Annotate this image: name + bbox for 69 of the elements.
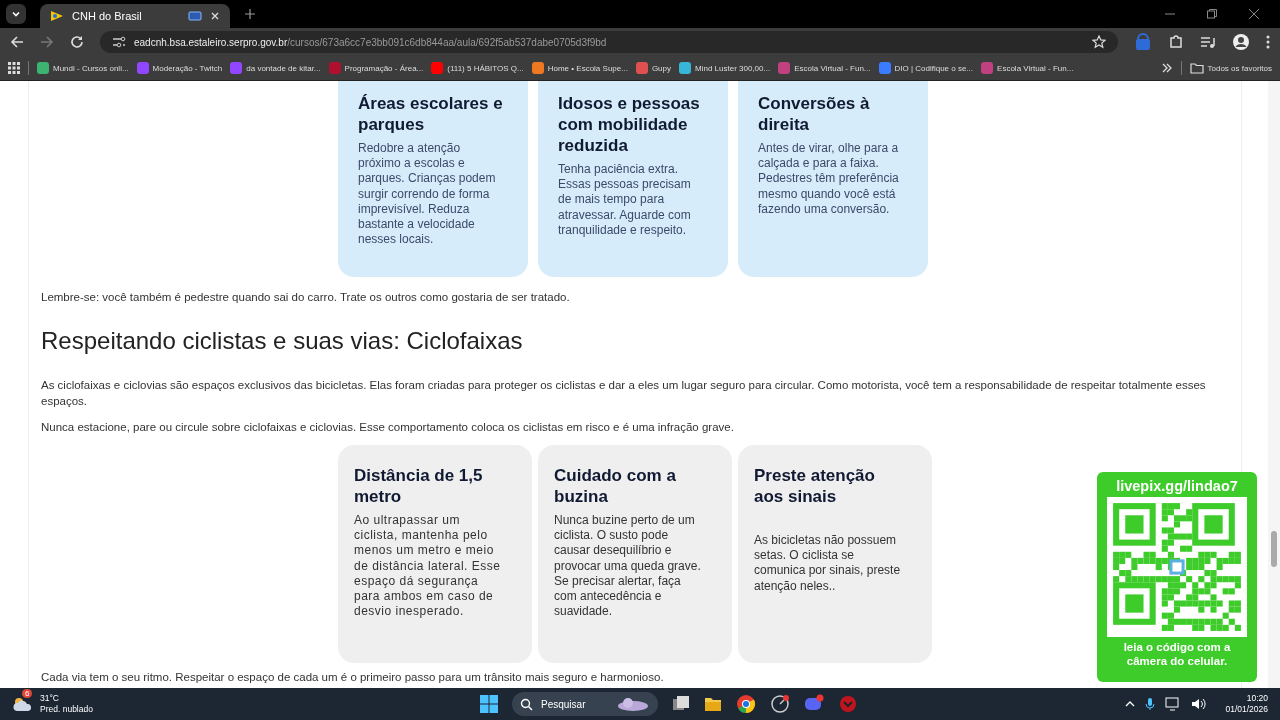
tab-list-button[interactable] [6,4,26,24]
chevron-down-icon [11,9,21,19]
reload-icon[interactable] [70,35,84,49]
card-text: Nunca buzine perto de um ciclista. O susto pode causar desequilíbrio e provocar uma queda grave. Se precisar alertar, faça com antecedência e suavidade. [554,513,702,620]
bookmark[interactable]: Programação - Área... [328,62,424,74]
bookmark[interactable]: Gupy [635,62,671,74]
paragraph: Cada via tem o seu ritmo. Respeitar o espaço de cada um é o primeiro passo para um trânsito mais seguro e harmonioso. [41,670,664,685]
scrollbar[interactable] [1268,81,1280,688]
cloud-icon[interactable] [12,695,34,713]
bookmark[interactable]: DIO | Codifique o se... [878,62,974,74]
bookmark-folder[interactable]: Todos os favoritos [1189,62,1272,74]
back-icon[interactable] [10,35,24,49]
monitor-icon[interactable] [1165,697,1182,711]
bookmark[interactable]: Home • Escola Supe... [531,62,628,74]
cloud-icon [616,696,650,712]
chevron-right-icon[interactable] [1160,62,1173,74]
windows-icon[interactable] [480,695,498,713]
speaker-icon[interactable] [1191,697,1208,711]
card-title: Distância de 1,5 metro [354,465,484,507]
address-bar[interactable]: eadcnh.bsa.estaleiro.serpro.gov.br/cursos/673a6cc7e3bb091c6db844aa/aula/692f5ab537dabe0705d3f9bd [100,31,1118,53]
card-title: Áreas escolares e parques [358,93,504,135]
bookmark[interactable]: Escola Virtual - Fun... [981,62,1074,74]
card-title: Idosos e pessoas com mobilidade reduzida [558,93,701,156]
paragraph: Lembre-se: você também é pedestre quando sai do carro. Trate os outros como gostaria de ser tratado. [41,290,571,305]
browser-tab[interactable]: CNH do Brasil [40,4,230,28]
notification-badge: 6 [22,689,33,698]
chrome-icon[interactable] [736,694,756,714]
bookmark[interactable]: Escola Virtual - Fun... [778,62,871,74]
bookmark[interactable]: Mundi - Cursos onli... [37,62,129,74]
flag-icon [50,9,64,23]
search-icon [520,697,533,711]
folder-icon [1189,62,1204,74]
card-title: Conversões à direita [758,93,871,135]
paragraph: As ciclofaixas e ciclovias são espaços exclusivos das bicicletas. Elas foram criadas para proteger os ciclistas e dar a eles um lugar seguro para circular. Como motorista, você tem a responsabilidade de respeitar totalmente esses espaços. [41,378,1207,409]
section-heading: Respeitando ciclistas e suas vias: Ciclofaixas [41,327,524,355]
paragraph: Nunca estacione, pare ou circule sobre ciclofaixas e ciclovias. Esse comportamento coloca os ciclistas em risco e é uma infração grave. [41,420,735,435]
card-text: As bicicletas não possuem setas. O ciclista se comunica por sinais, preste atenção neles.. [754,533,902,594]
card-text: Tenha paciência extra. Essas pessoas precisam de mais tempo para atravessar. Aguarde com tranquilidade e respeito. [558,162,692,238]
avatar-icon[interactable] [1232,33,1250,51]
folder-icon[interactable] [704,695,722,713]
chevron-up-icon[interactable] [1125,699,1136,709]
new-tab-icon[interactable] [244,8,256,20]
restore-icon[interactable] [1206,8,1218,20]
card-text: Redobre a atenção próximo a escolas e parques. Crianças podem surgir correndo de forma imprevisível. Reduza bastante a velocidade nesses locais. [358,141,497,248]
search-field[interactable]: Pesquisar [512,692,658,716]
card-text: Ao ultrapassar um ciclista, mantenha pelo menos um metro e meio de distância lateral. Esse espaço dá segurança para ambos em caso de desvio inesperado. [354,513,502,620]
more-icon[interactable] [1266,35,1270,49]
card-text: Antes de virar, olhe para a calçada e para a faixa. Pedestres têm preferência mesmo quando você está fazendo uma conversão. [758,141,900,217]
bookmark[interactable]: (111) 5 HÁBITOS Q... [431,62,524,74]
temperature: 31°C [40,693,60,704]
windows-stack-icon[interactable] [672,695,690,713]
forward-icon[interactable] [40,35,54,49]
clock[interactable]: 10:20 01/01/2026 [1225,693,1268,715]
apps-grid-icon[interactable] [8,62,20,74]
card-title: Cuidado com a buzina [554,465,677,507]
weather-text: Pred. nublado [40,704,93,715]
tab-title: CNH do Brasil [72,10,143,22]
close-icon[interactable] [1248,8,1260,20]
bookmark[interactable]: da vontade de kitar... [230,62,321,74]
tune-icon [112,36,126,48]
card-title: Preste atenção aos sinais [754,465,876,507]
bookmark[interactable]: Mind Luster 300,00... [679,62,771,74]
media-icon[interactable] [1200,34,1216,50]
star-icon[interactable] [1092,35,1106,49]
qr-link-text: livepix.gg/lindao7 [1116,478,1238,494]
qr-caption: leia o código com a câmera do celular. [1122,640,1232,668]
bookmark[interactable]: Moderação - Twitch [136,62,223,74]
screen-icon [188,11,202,21]
microphone-icon[interactable] [1145,697,1156,711]
